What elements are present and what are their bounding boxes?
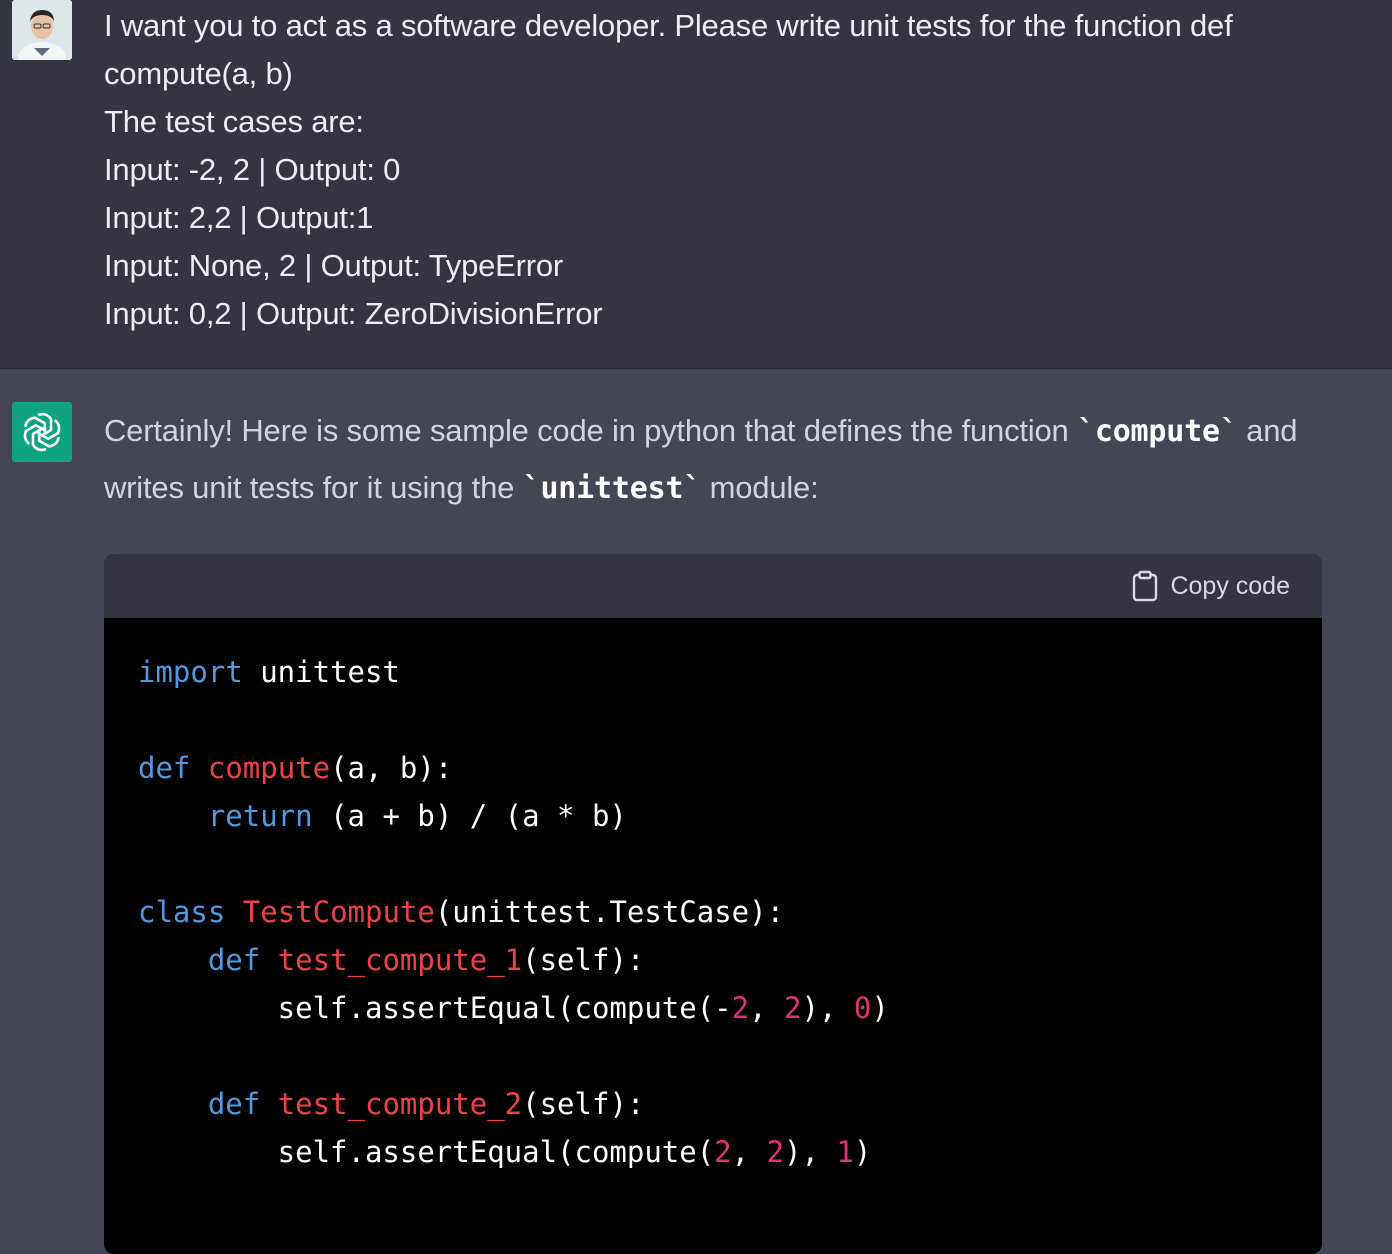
code-text: (unittest.TestCase): (434, 895, 785, 929)
user-line: Input: None, 2 | Output: TypeError (104, 248, 564, 283)
code-text: (a + b) / (a * b) (312, 799, 627, 833)
user-line: The test cases are: (104, 104, 364, 139)
openai-logo-icon (23, 412, 61, 452)
copy-code-label: Copy code (1170, 571, 1290, 600)
code-keyword: return (207, 799, 313, 833)
code-text: , (749, 991, 785, 1025)
code-number: 2 (731, 991, 750, 1025)
code-text: self.assertEqual(compute( (138, 1135, 715, 1169)
code-line: def test_compute_1(self): (138, 936, 1288, 984)
code-keyword: def (207, 1087, 261, 1121)
code-text: (a, b): (330, 751, 453, 785)
code-function-name: compute (207, 751, 331, 785)
code-function-name: TestCompute (242, 895, 435, 929)
user-line: Input: 0,2 | Output: ZeroDivisionError (104, 296, 603, 331)
code-block-header: Copy code (104, 554, 1322, 618)
inline-code-compute: `compute` (1076, 414, 1238, 449)
code-number: 2 (784, 991, 802, 1025)
user-avatar (12, 0, 72, 60)
user-message: I want you to act as a software develope… (0, 0, 1392, 369)
code-keyword: def (207, 943, 261, 977)
code-line: def test_compute_2(self): (138, 1080, 1288, 1128)
code-line: class TestCompute(unittest.TestCase): (138, 888, 1288, 936)
code-number: 0 (853, 991, 872, 1025)
code-text: (self): (522, 1087, 645, 1121)
code-text: , (731, 1135, 767, 1169)
intro-text: Certainly! Here is some sample code in p… (104, 413, 1077, 448)
code-line: self.assertEqual(compute(-2, 2), 0) (138, 984, 1288, 1032)
code-function-name: test_compute_1 (277, 943, 523, 977)
code-keyword: import (138, 655, 243, 689)
user-line: I want you to act as a software develope… (104, 8, 1233, 43)
intro-text: module: (701, 470, 819, 505)
code-text: ) (853, 1135, 872, 1169)
assistant-avatar (12, 402, 72, 462)
assistant-message: Certainly! Here is some sample code in p… (0, 369, 1392, 1254)
code-number: 2 (766, 1135, 785, 1169)
user-line: Input: -2, 2 | Output: 0 (104, 152, 401, 187)
user-line: Input: 2,2 | Output:1 (104, 200, 374, 235)
user-avatar-photo (12, 0, 72, 60)
code-number: 1 (836, 1135, 854, 1169)
code-line: return (a + b) / (a * b) (138, 792, 1288, 840)
code-text: ) (871, 991, 889, 1025)
code-line: self.assertEqual(compute(2, 2), 1) (138, 1128, 1288, 1176)
user-line: compute(a, b) (104, 56, 293, 91)
code-text: ), (784, 1135, 837, 1169)
code-line: def compute(a, b): (138, 744, 1288, 792)
code-block: Copy code import unittest def compute(a, … (104, 554, 1322, 1254)
code-line: import unittest (138, 648, 1288, 696)
clipboard-icon (1133, 570, 1158, 602)
user-message-text: I want you to act as a software develope… (104, 2, 1344, 338)
code-text: ), (801, 991, 854, 1025)
code-number: 2 (714, 1135, 732, 1169)
code-text: unittest (242, 655, 400, 689)
copy-code-button[interactable]: Copy code (1132, 568, 1290, 604)
code-text: self.assertEqual(compute(- (138, 991, 732, 1025)
assistant-intro-text: Certainly! Here is some sample code in p… (104, 403, 1344, 517)
inline-code-unittest: `unittest` (522, 471, 702, 506)
code-keyword: class (138, 895, 226, 929)
code-function-name: test_compute_2 (277, 1087, 523, 1121)
code-text: (self): (522, 943, 645, 977)
code-body: import unittest def compute(a, b): return… (104, 618, 1322, 1176)
code-keyword: def (138, 751, 191, 785)
